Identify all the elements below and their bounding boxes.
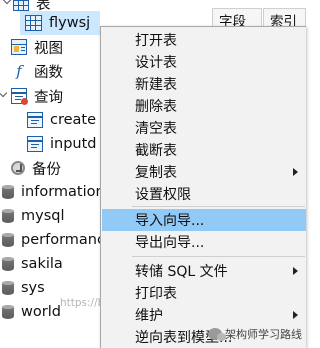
tree-item-label: 视图 (34, 40, 63, 57)
menu-item-label: 设置权限 (135, 187, 191, 203)
database-icon (2, 208, 14, 224)
menu-item-label: 维护 (135, 308, 163, 324)
tree-item-label: world (21, 304, 61, 320)
menu-item-new-table[interactable]: 新建表 (102, 73, 306, 95)
database-icon (2, 184, 14, 200)
menu-item-dump-sql[interactable]: 转储 SQL 文件 (102, 260, 306, 282)
tree-item-label: 查询 (34, 89, 63, 106)
menu-item-label: 打开表 (135, 33, 177, 49)
tree-item-label: 函数 (34, 64, 63, 81)
database-icon (2, 304, 14, 320)
tree-item-label: sys (21, 280, 45, 296)
menu-item-label: 设计表 (135, 55, 177, 71)
menu-item-label: 复制表 (135, 165, 177, 181)
menu-item-open-table[interactable]: 打开表 (102, 29, 306, 51)
menu-item-label: 删除表 (135, 99, 177, 115)
submenu-arrow-icon (293, 267, 298, 275)
menu-separator (132, 206, 305, 207)
context-menu: 打开表 设计表 新建表 删除表 清空表 截断表 复制表 设置权限 导入向导...… (100, 26, 306, 348)
query-icon (11, 88, 28, 105)
expand-arrow-icon[interactable] (2, 0, 12, 5)
query-item-icon (27, 136, 43, 152)
menu-item-label: 新建表 (135, 77, 177, 93)
view-icon (11, 39, 27, 55)
watermark-wechat: 架构师学习路线 (208, 326, 302, 342)
wechat-icon (208, 328, 226, 341)
menu-item-print-table[interactable]: 打印表 (102, 282, 306, 304)
menu-item-empty-table[interactable]: 清空表 (102, 117, 306, 139)
menu-item-label: 打印表 (135, 286, 177, 302)
menu-item-label: 截断表 (135, 143, 177, 159)
menu-item-duplicate-table[interactable]: 复制表 (102, 161, 306, 183)
tree-item-label: information (21, 184, 105, 200)
menu-item-design-table[interactable]: 设计表 (102, 51, 306, 73)
submenu-arrow-icon (293, 168, 298, 176)
menu-item-label: 转储 SQL 文件 (135, 264, 228, 280)
menu-item-label: 导入向导... (135, 213, 205, 229)
tree-item-label: 备份 (32, 161, 61, 178)
menu-item-label: 导出向导... (135, 235, 205, 251)
submenu-arrow-icon (293, 311, 298, 319)
table-icon (25, 15, 42, 31)
tree-item-label: inputd (50, 136, 97, 152)
database-icon (2, 256, 14, 272)
tree-item-flywsj[interactable]: flywsj (20, 11, 100, 35)
function-icon: f (16, 62, 22, 80)
tree-item-label: flywsj (49, 15, 91, 31)
watermark-text: 架构师学习路线 (225, 328, 302, 341)
database-icon (2, 232, 14, 248)
menu-item-import-wizard[interactable]: 导入向导... (102, 209, 306, 231)
menu-item-delete-table[interactable]: 删除表 (102, 95, 306, 117)
menu-item-export-wizard[interactable]: 导出向导... (102, 231, 306, 253)
tree-item-label: mysql (21, 208, 65, 224)
menu-item-maintain[interactable]: 维护 (102, 304, 306, 326)
menu-separator (132, 256, 305, 257)
backup-icon (11, 161, 25, 175)
query-item-icon (27, 112, 43, 128)
menu-item-truncate-table[interactable]: 截断表 (102, 139, 306, 161)
tree-item-label: create (50, 112, 97, 128)
menu-item-label: 清空表 (135, 121, 177, 137)
expand-arrow-icon[interactable] (0, 88, 8, 98)
database-icon (2, 280, 14, 296)
tree-item-label: sakila (21, 256, 63, 272)
menu-item-set-permissions[interactable]: 设置权限 (102, 183, 306, 205)
table-icon (13, 0, 29, 11)
